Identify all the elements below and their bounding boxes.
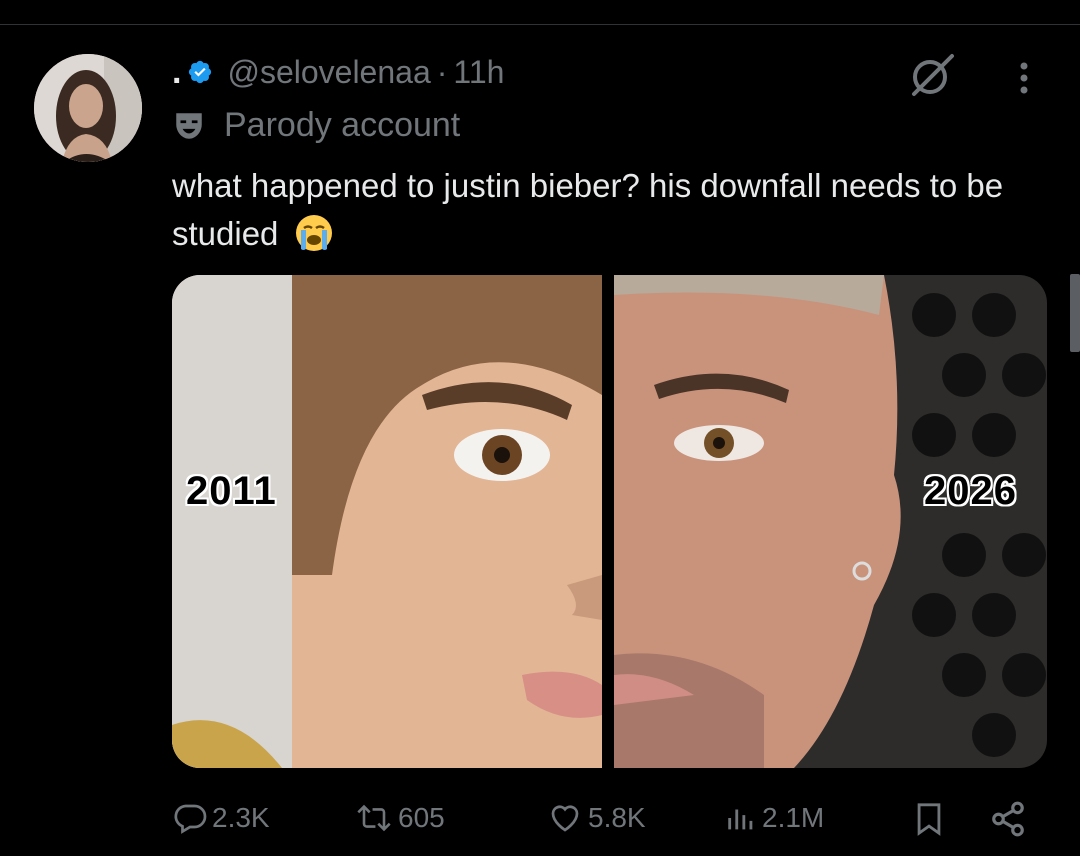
reply-button[interactable]: 2.3K [172,796,270,840]
view-count: 2.1M [762,802,825,833]
avatar[interactable] [34,54,142,162]
share-icon[interactable] [988,800,1028,838]
parody-label: Parody account [172,106,460,145]
repost-count: 605 [398,802,445,833]
reply-count: 2.3K [212,802,270,833]
image-divider [602,275,614,768]
like-button[interactable]: 5.8K [546,796,646,840]
timestamp[interactable]: 11h [453,54,504,91]
views-chart-icon [728,809,753,830]
post-header: . @selovelenaa · 11h [172,52,504,92]
post-image[interactable]: 2011 2026 [172,275,1047,768]
year-label-left: 2011 [186,469,277,513]
views-button[interactable]: 2.1M [724,796,824,840]
repost-button[interactable]: 605 [354,796,445,840]
image-right-half: 2026 [614,275,1047,768]
scrollbar-thumb[interactable] [1070,274,1080,352]
grok-icon[interactable] [908,52,958,98]
post-text: what happened to justin bieber? his down… [172,162,1052,258]
top-divider [0,24,1080,25]
handle[interactable]: @selovelenaa [227,54,430,91]
reply-icon [174,804,207,834]
account-label: Parody account [224,106,461,144]
more-options-icon[interactable] [1012,58,1036,98]
like-count: 5.8K [588,802,646,833]
theater-mask-icon [176,112,202,139]
image-left-half: 2011 [172,275,602,768]
bookmark-icon[interactable] [912,800,946,838]
verified-badge-icon [189,60,212,84]
display-name[interactable]: . [172,53,181,92]
repost-icon [357,804,391,832]
year-label-right: 2026 [924,469,1017,513]
separator: · [436,53,448,90]
crying-face-emoji-icon [295,215,332,251]
heart-icon [551,805,579,832]
action-bar: 2.3K 605 5.8K 2.1M [172,796,1032,840]
